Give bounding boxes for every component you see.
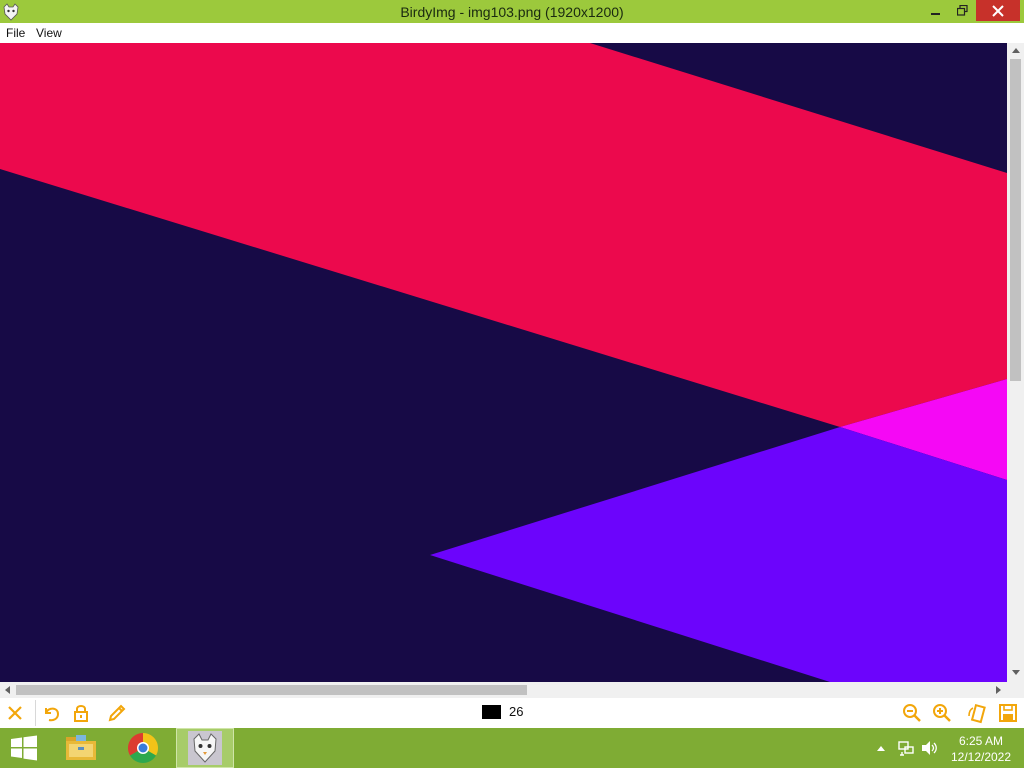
menu-bar: File View <box>0 23 1024 43</box>
close-icon <box>992 4 1004 17</box>
restore-button[interactable] <box>950 0 974 21</box>
taskbar: 6:25 AM 12/12/2022 <box>0 728 1024 768</box>
bottom-toolbar: 26 <box>0 698 1024 728</box>
start-windows-icon <box>11 735 37 761</box>
system-clock[interactable]: 6:25 AM 12/12/2022 <box>950 733 1012 765</box>
toolbar-divider <box>35 700 36 726</box>
close-x-icon[interactable] <box>4 702 26 724</box>
birdyimg-taskbar-icon <box>188 731 222 765</box>
taskbar-file-explorer[interactable] <box>58 728 104 768</box>
restore-icon <box>956 5 968 16</box>
minimize-button[interactable] <box>924 0 948 21</box>
rotate-icon[interactable] <box>966 702 988 724</box>
scroll-up-icon[interactable] <box>1012 48 1020 53</box>
show-hidden-icons-icon[interactable] <box>876 744 886 752</box>
volume-icon[interactable] <box>921 740 939 756</box>
menu-view[interactable]: View <box>36 23 62 43</box>
minimize-icon <box>931 12 940 15</box>
color-swatch <box>482 705 501 719</box>
zoom-out-icon[interactable] <box>901 702 923 724</box>
window-title: BirdyImg - img103.png (1920x1200) <box>400 4 624 20</box>
vertical-scroll-thumb[interactable] <box>1010 59 1021 381</box>
network-icon[interactable] <box>898 740 914 756</box>
undo-icon[interactable] <box>40 702 62 724</box>
start-button[interactable] <box>0 728 48 768</box>
taskbar-birdyimg[interactable] <box>176 728 234 768</box>
color-count: 26 <box>509 704 524 719</box>
title-bar[interactable]: BirdyImg - img103.png (1920x1200) <box>0 0 1024 23</box>
scrollbar-corner <box>1007 682 1024 698</box>
chrome-icon <box>127 733 159 764</box>
close-button[interactable] <box>976 0 1020 21</box>
clock-time: 6:25 AM <box>958 734 1004 748</box>
taskbar-chrome[interactable] <box>120 728 166 768</box>
save-icon[interactable] <box>997 702 1019 724</box>
pencil-icon[interactable] <box>106 702 128 724</box>
scroll-left-icon[interactable] <box>5 686 10 694</box>
displayed-image <box>0 43 1007 682</box>
scroll-down-icon[interactable] <box>1012 670 1020 675</box>
lock-icon[interactable] <box>70 702 92 724</box>
vertical-scrollbar[interactable] <box>1007 43 1024 682</box>
clock-date: 12/12/2022 <box>950 750 1012 764</box>
file-explorer-icon <box>66 735 96 760</box>
scroll-right-icon[interactable] <box>996 686 1001 694</box>
menu-file[interactable]: File <box>6 23 25 43</box>
image-viewer[interactable] <box>0 43 1007 682</box>
zoom-in-icon[interactable] <box>931 702 953 724</box>
horizontal-scroll-thumb[interactable] <box>16 685 527 695</box>
horizontal-scrollbar[interactable] <box>0 682 1007 698</box>
